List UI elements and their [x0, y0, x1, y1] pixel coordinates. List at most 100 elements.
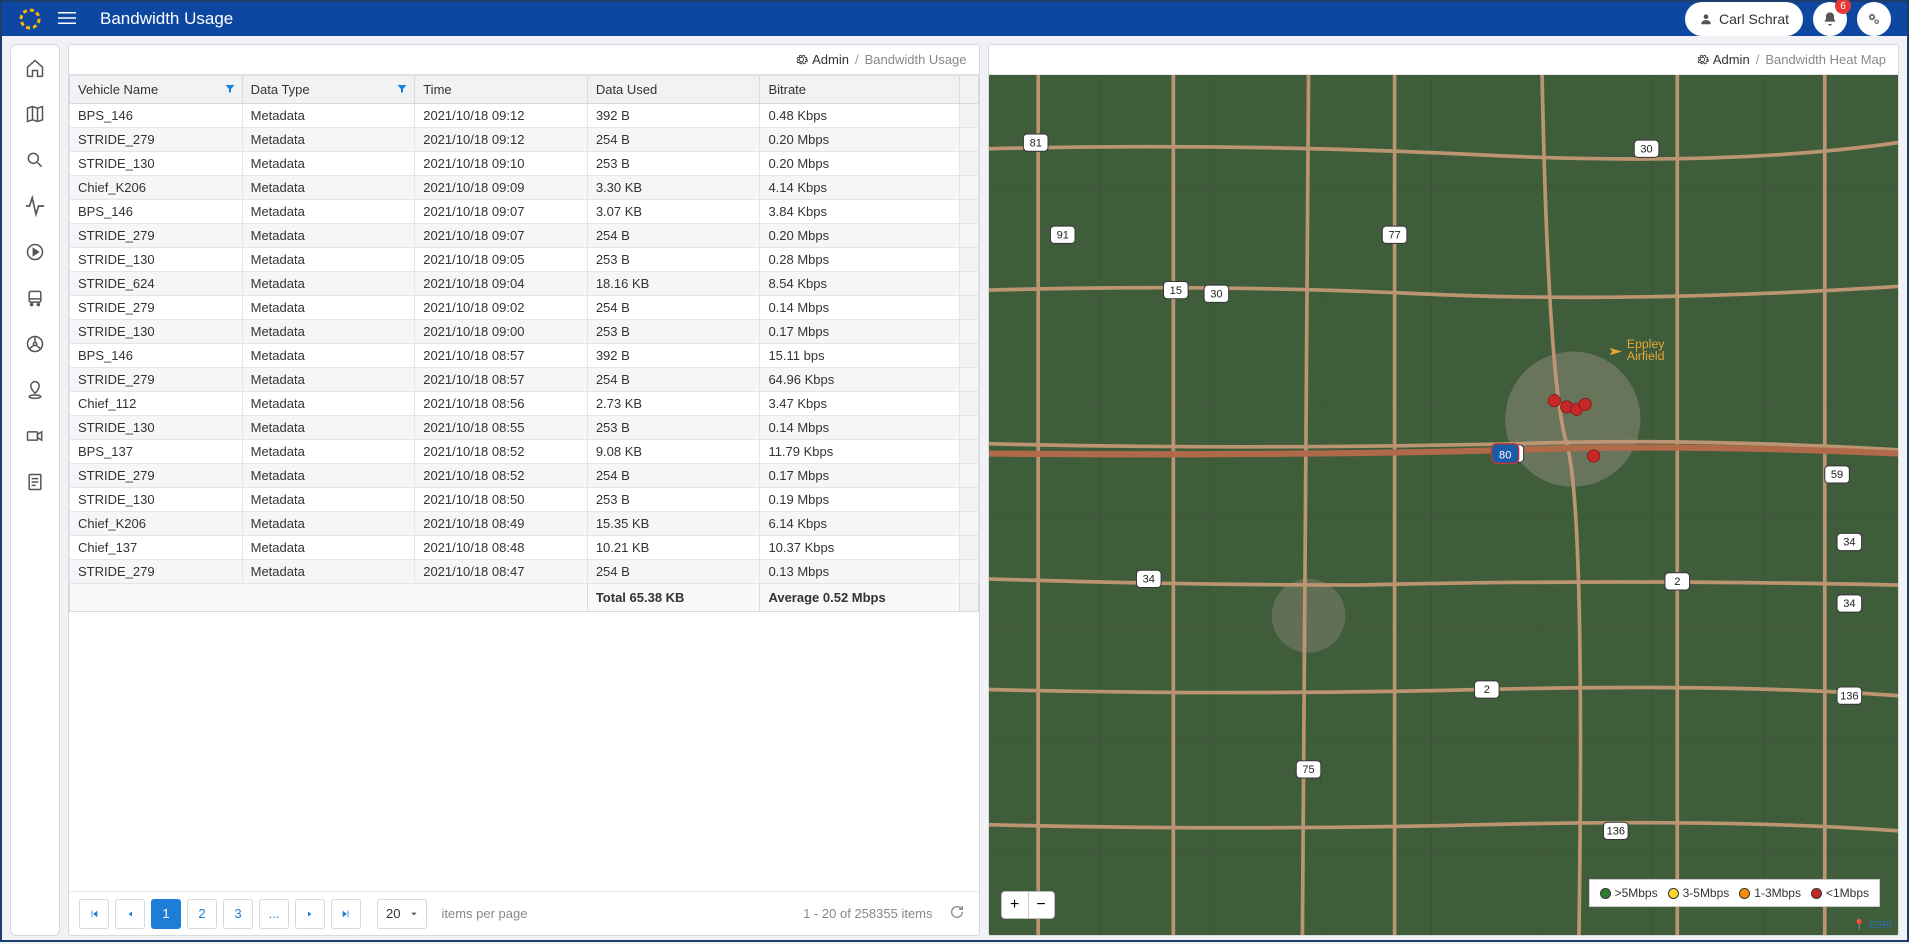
zoom-in-button[interactable]: +: [1002, 892, 1028, 918]
pager-page-button[interactable]: 1: [151, 899, 181, 929]
table-row[interactable]: BPS_146Metadata2021/10/18 08:57392 B15.1…: [70, 344, 979, 368]
cell-datatype: Metadata: [242, 488, 415, 512]
nav-vehicles[interactable]: [24, 287, 46, 309]
pager-last-button[interactable]: [331, 899, 361, 929]
cell-time: 2021/10/18 09:02: [415, 296, 588, 320]
nav-location[interactable]: [24, 379, 46, 401]
notifications-button[interactable]: 6: [1813, 2, 1847, 36]
cell-dataused: 253 B: [587, 320, 760, 344]
table-row[interactable]: Chief_K206Metadata2021/10/18 08:4915.35 …: [70, 512, 979, 536]
table-row[interactable]: STRIDE_279Metadata2021/10/18 08:52254 B0…: [70, 464, 979, 488]
cell-vehicle: STRIDE_130: [70, 488, 243, 512]
svg-text:136: 136: [1840, 690, 1858, 702]
map-attribution[interactable]: 📍 ESRI: [1853, 920, 1892, 931]
cell-bitrate: 15.11 bps: [760, 344, 960, 368]
panel-breadcrumb: Admin / Bandwidth Usage: [69, 45, 979, 75]
app-header: Bandwidth Usage Carl Schrat 6: [2, 2, 1907, 36]
table-row[interactable]: STRIDE_130Metadata2021/10/18 09:10253 B0…: [70, 152, 979, 176]
breadcrumb-admin-link[interactable]: Admin: [795, 52, 849, 67]
svg-text:77: 77: [1388, 229, 1400, 241]
nav-search[interactable]: [24, 149, 46, 171]
table-row[interactable]: BPS_137Metadata2021/10/18 08:529.08 KB11…: [70, 440, 979, 464]
cell-bitrate: 0.20 Mbps: [760, 128, 960, 152]
table-row[interactable]: STRIDE_279Metadata2021/10/18 08:47254 B0…: [70, 560, 979, 584]
table-row[interactable]: STRIDE_624Metadata2021/10/18 09:0418.16 …: [70, 272, 979, 296]
table-row[interactable]: STRIDE_130Metadata2021/10/18 09:05253 B0…: [70, 248, 979, 272]
cell-dataused: 392 B: [587, 344, 760, 368]
menu-toggle-button[interactable]: [58, 9, 76, 30]
breadcrumb-current: Bandwidth Usage: [865, 52, 967, 67]
cell-dataused: 254 B: [587, 128, 760, 152]
refresh-button[interactable]: [949, 904, 969, 924]
settings-button[interactable]: [1857, 2, 1891, 36]
nav-activity[interactable]: [24, 195, 46, 217]
cell-time: 2021/10/18 08:52: [415, 464, 588, 488]
table-row[interactable]: BPS_146Metadata2021/10/18 09:073.07 KB3.…: [70, 200, 979, 224]
cell-datatype: Metadata: [242, 464, 415, 488]
breadcrumb-admin-link[interactable]: Admin: [1696, 52, 1750, 67]
cell-vehicle: STRIDE_279: [70, 464, 243, 488]
col-datatype[interactable]: Data Type: [242, 76, 415, 104]
cell-datatype: Metadata: [242, 176, 415, 200]
gear-icon: [795, 53, 808, 66]
cell-time: 2021/10/18 08:49: [415, 512, 588, 536]
cell-dataused: 18.16 KB: [587, 272, 760, 296]
cell-dataused: 253 B: [587, 248, 760, 272]
map-canvas[interactable]: 81911530307780593434234275136136 Eppley …: [989, 75, 1899, 935]
nav-camera[interactable]: [24, 425, 46, 447]
svg-text:30: 30: [1210, 288, 1222, 300]
items-per-page-label: items per page: [441, 906, 527, 921]
cell-bitrate: 0.28 Mbps: [760, 248, 960, 272]
table-row[interactable]: Chief_K206Metadata2021/10/18 09:093.30 K…: [70, 176, 979, 200]
table-row[interactable]: STRIDE_130Metadata2021/10/18 08:50253 B0…: [70, 488, 979, 512]
col-time[interactable]: Time: [415, 76, 588, 104]
filter-icon[interactable]: [396, 82, 408, 97]
nav-map[interactable]: [24, 103, 46, 125]
col-bitrate[interactable]: Bitrate: [760, 76, 960, 104]
breadcrumb-current: Bandwidth Heat Map: [1765, 52, 1886, 67]
table-row[interactable]: STRIDE_279Metadata2021/10/18 08:57254 B6…: [70, 368, 979, 392]
pager-next-button[interactable]: [295, 899, 325, 929]
cell-bitrate: 3.84 Kbps: [760, 200, 960, 224]
nav-driving[interactable]: [24, 333, 46, 355]
cell-time: 2021/10/18 09:07: [415, 200, 588, 224]
pager-first-button[interactable]: [79, 899, 109, 929]
col-vehicle[interactable]: Vehicle Name: [70, 76, 243, 104]
cell-dataused: 392 B: [587, 104, 760, 128]
pager-page-button[interactable]: 3: [223, 899, 253, 929]
table-row[interactable]: STRIDE_279Metadata2021/10/18 09:07254 B0…: [70, 224, 979, 248]
cell-bitrate: 0.14 Mbps: [760, 416, 960, 440]
pager-page-button[interactable]: ...: [259, 899, 289, 929]
cell-datatype: Metadata: [242, 416, 415, 440]
cell-vehicle: Chief_K206: [70, 512, 243, 536]
nav-reports[interactable]: [24, 471, 46, 493]
cell-dataused: 254 B: [587, 368, 760, 392]
table-row[interactable]: STRIDE_130Metadata2021/10/18 09:00253 B0…: [70, 320, 979, 344]
svg-text:81: 81: [1029, 137, 1041, 149]
filter-icon[interactable]: [224, 82, 236, 97]
cell-bitrate: 4.14 Kbps: [760, 176, 960, 200]
footer-total: Total 65.38 KB: [587, 584, 760, 612]
table-row[interactable]: Chief_112Metadata2021/10/18 08:562.73 KB…: [70, 392, 979, 416]
cell-bitrate: 3.47 Kbps: [760, 392, 960, 416]
table-row[interactable]: BPS_146Metadata2021/10/18 09:12392 B0.48…: [70, 104, 979, 128]
table-row[interactable]: STRIDE_279Metadata2021/10/18 09:12254 B0…: [70, 128, 979, 152]
scrollbar-gutter: [960, 76, 978, 104]
zoom-out-button[interactable]: −: [1028, 892, 1054, 918]
cell-time: 2021/10/18 08:56: [415, 392, 588, 416]
page-size-select[interactable]: 20: [377, 899, 427, 929]
nav-home[interactable]: [24, 57, 46, 79]
pager-page-button[interactable]: 2: [187, 899, 217, 929]
cell-datatype: Metadata: [242, 536, 415, 560]
cell-datatype: Metadata: [242, 200, 415, 224]
table-row[interactable]: STRIDE_279Metadata2021/10/18 09:02254 B0…: [70, 296, 979, 320]
user-menu-button[interactable]: Carl Schrat: [1685, 2, 1803, 36]
cell-bitrate: 0.13 Mbps: [760, 560, 960, 584]
breadcrumb-admin-label: Admin: [1713, 52, 1750, 67]
table-row[interactable]: STRIDE_130Metadata2021/10/18 08:55253 B0…: [70, 416, 979, 440]
pager-prev-button[interactable]: [115, 899, 145, 929]
col-dataused[interactable]: Data Used: [587, 76, 760, 104]
table-row[interactable]: Chief_137Metadata2021/10/18 08:4810.21 K…: [70, 536, 979, 560]
nav-playback[interactable]: [24, 241, 46, 263]
cell-time: 2021/10/18 09:04: [415, 272, 588, 296]
